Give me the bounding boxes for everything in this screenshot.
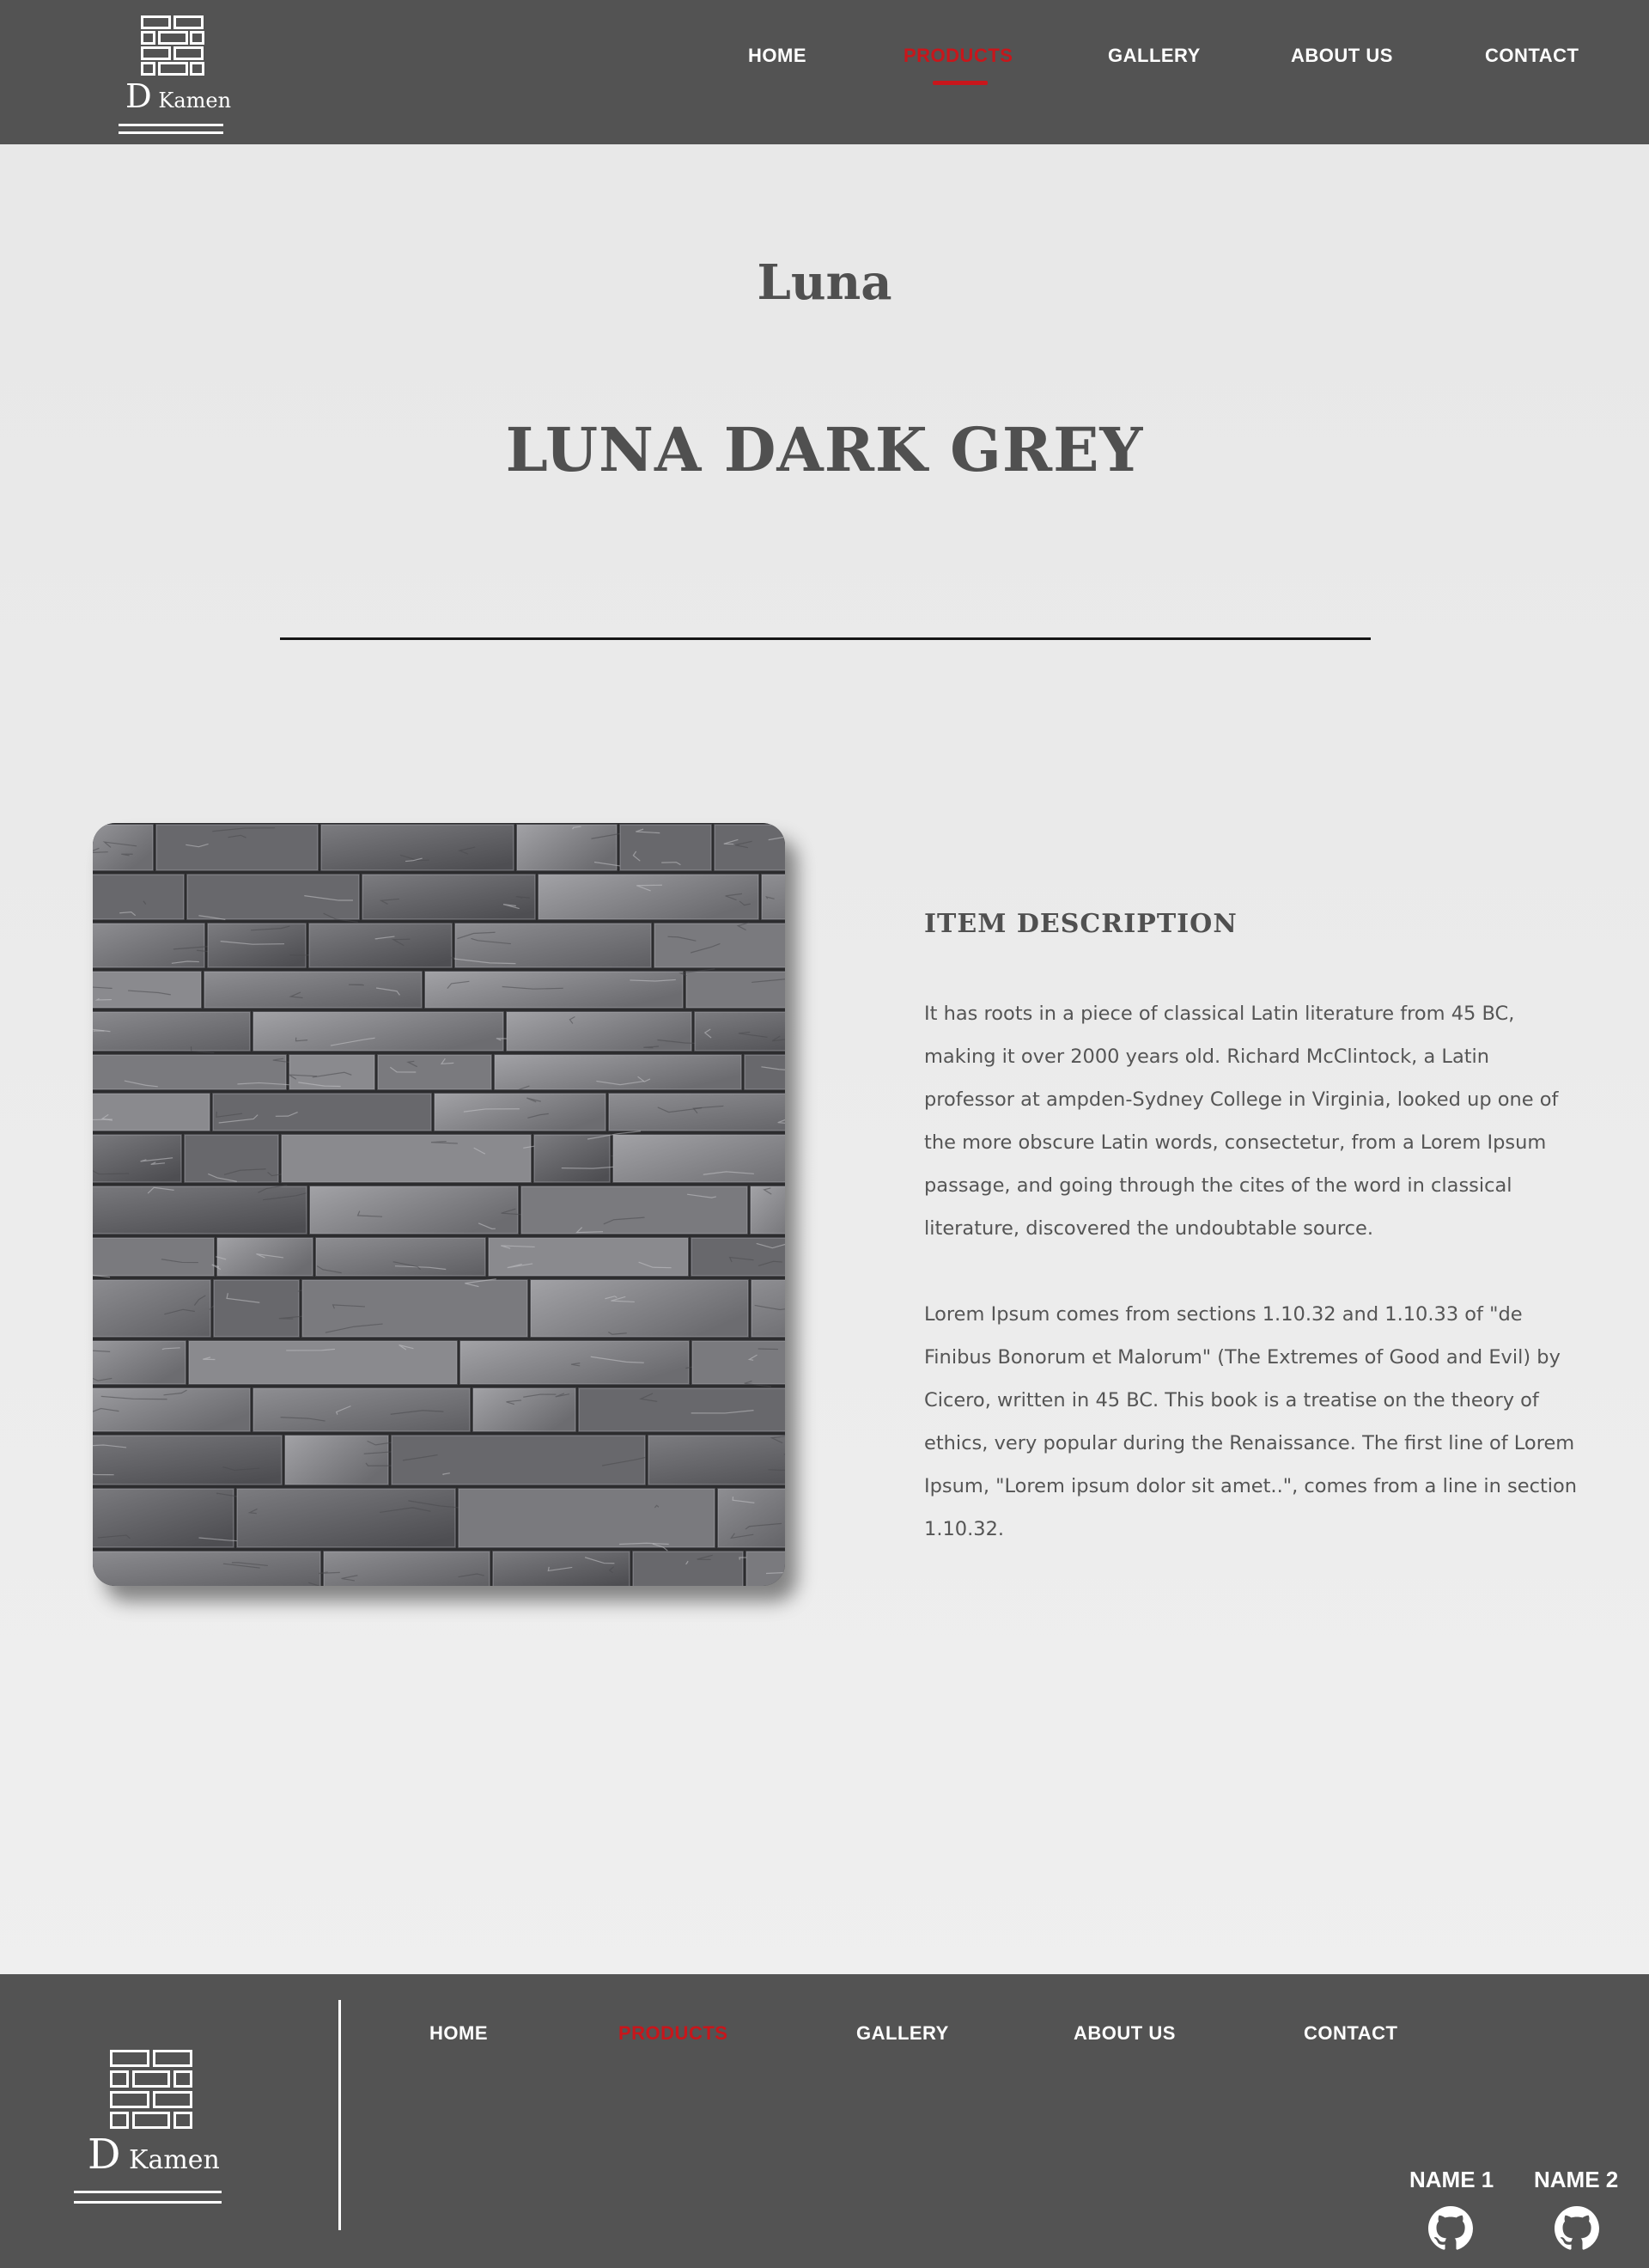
footer-logo[interactable]: D Kamen <box>74 2050 223 2208</box>
nav-gallery[interactable]: GALLERY <box>1108 45 1201 67</box>
logo-rule <box>119 131 223 134</box>
footer-nav-gallery[interactable]: GALLERY <box>856 2022 949 2045</box>
github-icon[interactable] <box>1428 2206 1473 2251</box>
description-heading: ITEM DESCRIPTION <box>924 909 1238 939</box>
footer-nav-contact[interactable]: CONTACT <box>1304 2022 1397 2045</box>
logo-rule <box>74 2201 222 2204</box>
footer-nav-products[interactable]: PRODUCTS <box>618 2022 727 2045</box>
site-footer: D Kamen HOME PRODUCTS GALLERY ABOUT US C… <box>0 1974 1649 2268</box>
github-icon[interactable] <box>1555 2206 1599 2251</box>
logo-rule <box>74 2191 222 2193</box>
section-divider <box>280 637 1371 640</box>
stone-wall-texture <box>93 823 785 1586</box>
product-image <box>93 823 785 1586</box>
active-nav-indicator <box>933 81 988 85</box>
footer-wordmark: D Kamen <box>88 2131 220 2179</box>
logo-rule <box>119 124 223 126</box>
nav-products[interactable]: PRODUCTS <box>904 45 1013 67</box>
brick-wall-icon <box>110 2050 192 2129</box>
nav-about-us[interactable]: ABOUT US <box>1291 45 1393 67</box>
credit-name-1: NAME 1 <box>1409 2167 1494 2192</box>
footer-nav-home[interactable]: HOME <box>429 2022 488 2045</box>
nav-contact[interactable]: CONTACT <box>1485 45 1579 67</box>
brick-wall-icon <box>141 15 204 76</box>
description-paragraph: It has roots in a piece of classical Lat… <box>924 1003 1559 1240</box>
brand-wordmark: D Kamen <box>125 77 231 116</box>
brand-word: Kamen <box>129 2145 220 2175</box>
brand-word: Kamen <box>158 88 232 113</box>
brand-letter: D <box>125 77 152 116</box>
footer-divider <box>338 2000 341 2230</box>
collection-title: Luna <box>757 254 892 311</box>
brand-logo[interactable]: D Kamen <box>119 15 231 136</box>
description-paragraph: Lorem Ipsum comes from sections 1.10.32 … <box>924 1303 1578 1540</box>
nav-home[interactable]: HOME <box>748 45 806 67</box>
footer-nav-about-us[interactable]: ABOUT US <box>1074 2022 1176 2045</box>
site-header: D Kamen HOME PRODUCTS GALLERY ABOUT US C… <box>0 0 1649 144</box>
credit-name-2: NAME 2 <box>1534 2167 1619 2192</box>
product-title: LUNA DARK GREY <box>505 414 1144 485</box>
brand-letter: D <box>88 2131 121 2179</box>
